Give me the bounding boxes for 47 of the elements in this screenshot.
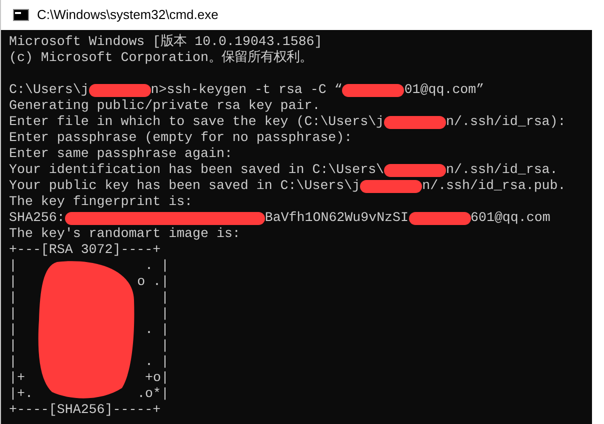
console-text: The key fingerprint is: (9, 194, 193, 210)
console-text: BaVfh1ON62Wu9vNzSI (264, 210, 408, 226)
console-text: . | (145, 258, 169, 274)
console-text: +---[RSA 3072]----+ (9, 242, 162, 258)
redaction-scribble (342, 84, 404, 96)
console-text: +o| (145, 370, 169, 386)
console-text: |+. (9, 386, 33, 402)
console-text: Enter file in which to save the key (C:\Users\j (9, 114, 384, 130)
console-text: | (161, 290, 169, 306)
console-text: .o*| (137, 386, 169, 402)
console-text: Generating public/private rsa key pair. (9, 98, 320, 114)
console-text: n/.ssh/id_rsa. (446, 162, 558, 178)
window-title: C:\Windows\system32\cmd.exe (37, 6, 218, 24)
console-text: Enter passphrase (empty for no passphrase): (9, 130, 352, 146)
redaction-scribble (384, 116, 446, 128)
console-text: Your public key has been saved in C:\Users\j (9, 178, 360, 194)
console-text: (c) Microsoft Corporation。保留所有权利。 (9, 50, 312, 66)
console-text: | (161, 306, 169, 322)
console-text: n>ssh-keygen -t rsa -C “ (150, 82, 342, 98)
console-text: | (161, 338, 169, 354)
redaction-scribble (88, 84, 151, 96)
console-text: 601@qq.com (470, 210, 550, 226)
console-text: . | (145, 322, 169, 338)
console-text: | (9, 258, 17, 274)
console-text: C:\Users\j (9, 82, 89, 98)
console-text: | (9, 274, 17, 290)
console-text: o .| (137, 274, 169, 290)
console-text: The key's randomart image is: (9, 226, 240, 242)
console-text: | (9, 322, 17, 338)
redaction-scribble (408, 212, 470, 224)
console-text: Enter same passphrase again: (9, 146, 232, 162)
console-text: 01@qq.com” (404, 82, 484, 98)
redaction-scribble (360, 180, 422, 192)
console-text: Your identification has been saved in C:\Users\ (9, 162, 384, 178)
console-text: |+ (9, 370, 25, 386)
console-text: n/.ssh/id_rsa): (446, 114, 566, 130)
console-icon (13, 9, 29, 21)
console-text: n/.ssh/id_rsa.pub. (422, 178, 566, 194)
console-text: | (9, 306, 17, 322)
console-text: | (9, 290, 17, 306)
console-text: | (9, 338, 17, 354)
console-text: SHA256: (9, 210, 65, 226)
console-text: . | (145, 354, 169, 370)
console-text: | (9, 354, 17, 370)
console-text: Microsoft Windows [版本 10.0.19043.1586] (9, 34, 322, 50)
console-text: +----[SHA256]-----+ (9, 402, 162, 418)
redaction-scribble (384, 164, 446, 176)
